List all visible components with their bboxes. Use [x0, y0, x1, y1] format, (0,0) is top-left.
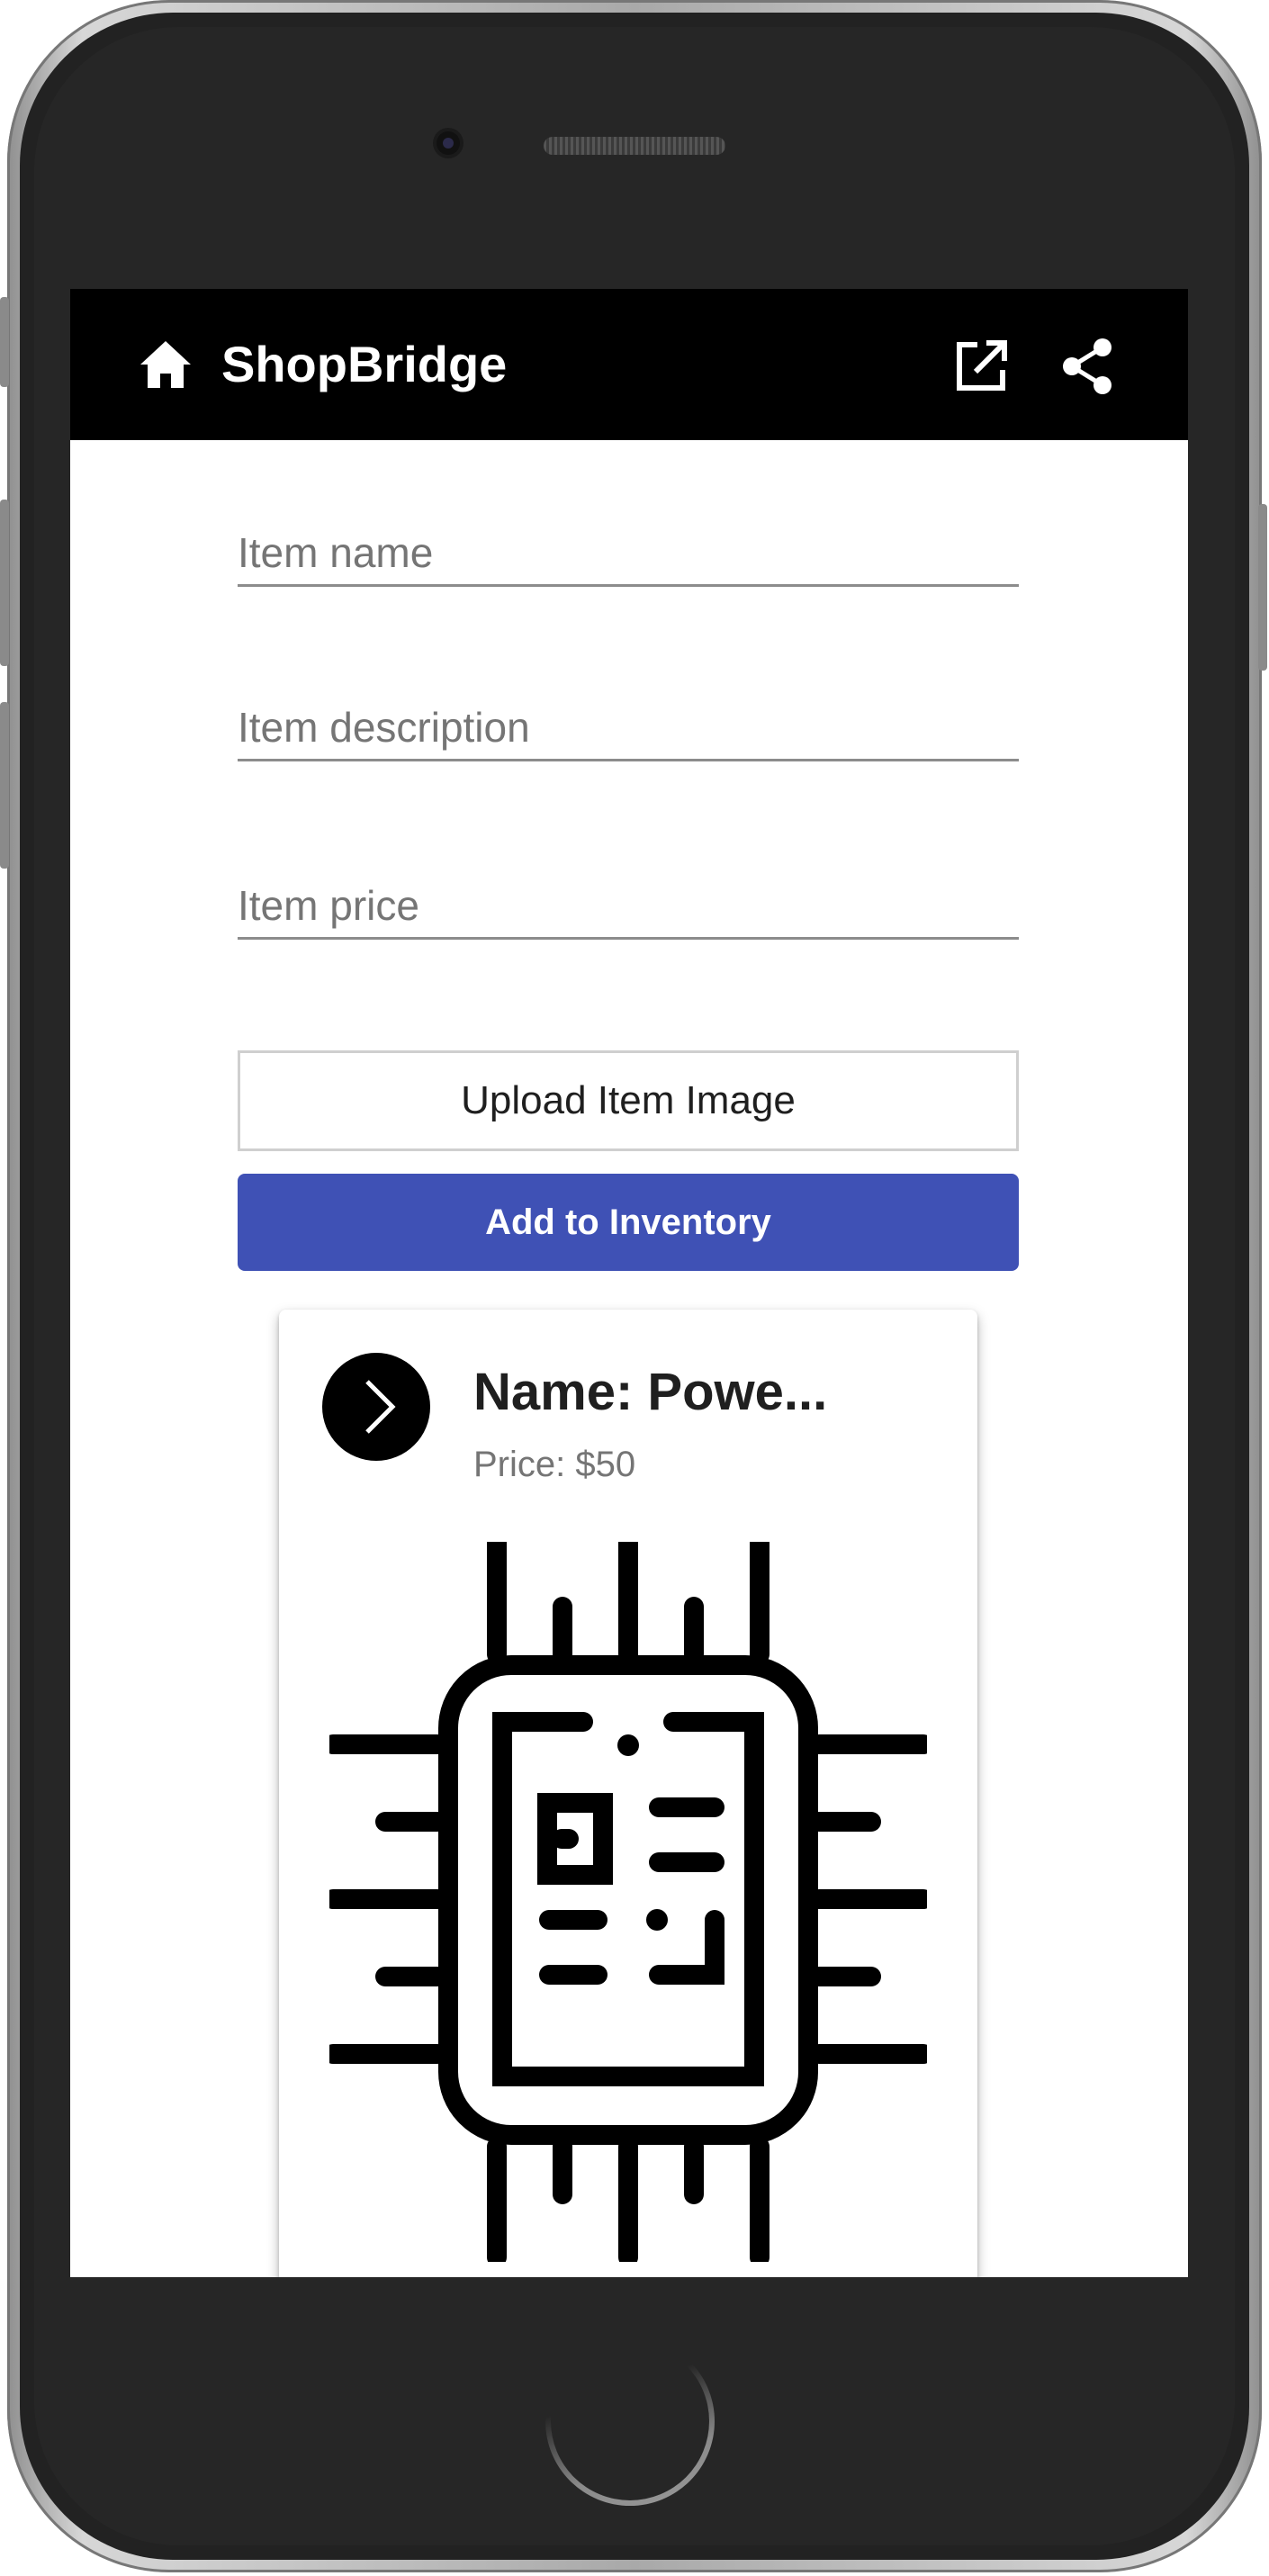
mute-switch — [0, 297, 9, 387]
item-name-placeholder: Item name — [238, 529, 434, 576]
item-description-field[interactable]: Item description — [238, 696, 1019, 761]
app-title: ShopBridge — [221, 336, 508, 392]
chevron-right-icon — [365, 1380, 396, 1434]
open-in-new-icon[interactable] — [954, 339, 1008, 393]
front-camera — [436, 131, 460, 155]
earpiece-speaker — [544, 137, 725, 155]
upload-image-button[interactable]: Upload Item Image — [238, 1050, 1019, 1151]
card-price: Price: $50 — [473, 1445, 636, 1484]
cpu-chip-icon — [329, 1542, 927, 2262]
volume-down-button — [0, 702, 9, 869]
item-name-field[interactable]: Item name — [238, 521, 1019, 587]
item-price-field[interactable]: Item price — [238, 874, 1019, 940]
item-price-placeholder: Item price — [238, 882, 419, 929]
add-to-inventory-button[interactable]: Add to Inventory — [238, 1174, 1019, 1271]
share-icon[interactable] — [1060, 338, 1114, 395]
item-card: Name: Powe... Price: $50 — [279, 1310, 977, 2277]
app-screen: ShopBridge Item name Item description It… — [70, 289, 1188, 2277]
home-button[interactable] — [545, 2337, 715, 2506]
volume-up-button — [0, 500, 9, 666]
card-avatar[interactable] — [322, 1353, 430, 1461]
card-title: Name: Powe... — [473, 1363, 828, 1421]
item-description-placeholder: Item description — [238, 704, 530, 751]
power-button — [1258, 504, 1267, 671]
app-toolbar: ShopBridge — [70, 289, 1188, 440]
home-icon[interactable] — [139, 339, 193, 390]
